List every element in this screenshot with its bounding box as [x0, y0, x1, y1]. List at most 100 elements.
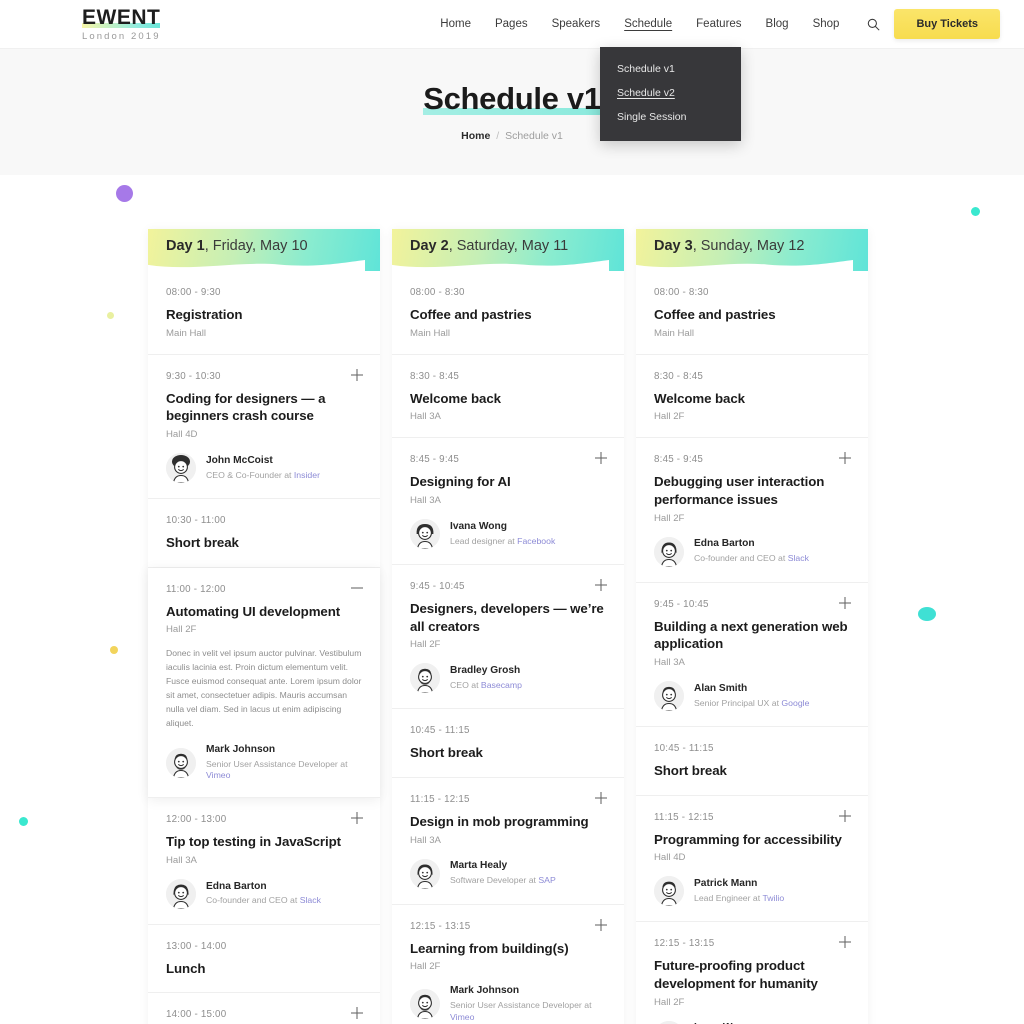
speaker-name: Alan Smith: [694, 682, 748, 694]
speaker-role: Lead Engineer at Twilio: [694, 893, 784, 905]
expand-plus-icon[interactable]: [350, 811, 364, 825]
speaker-org[interactable]: Twilio: [762, 893, 784, 903]
expand-plus-icon[interactable]: [838, 596, 852, 610]
speaker-org[interactable]: Basecamp: [481, 680, 522, 690]
speaker-org[interactable]: Slack: [300, 895, 321, 905]
dropdown-item-schedule-v1[interactable]: Schedule v1: [600, 57, 741, 81]
session-hall: Hall 3A: [410, 834, 441, 846]
session-title: Short break: [410, 745, 483, 761]
session-item[interactable]: 14:00 - 15:00Philosophy, ethics and desi…: [148, 993, 380, 1024]
session-item[interactable]: 9:45 - 10:45 Designers, developers — we’r…: [392, 565, 624, 710]
nav-item-shop[interactable]: Shop: [801, 18, 852, 30]
session-title: Learning from building(s): [410, 940, 569, 956]
session-item[interactable]: 8:30 - 8:45 Welcome back Hall 2F: [636, 355, 868, 439]
session-item[interactable]: 12:00 - 13:00 Tip top testing in JavaScri…: [148, 798, 380, 925]
buy-tickets-button[interactable]: Buy Tickets: [894, 9, 1000, 39]
speaker-name: John McCoist: [206, 454, 273, 466]
session-item[interactable]: 10:45 - 11:15 Short break: [636, 727, 868, 796]
session-time: 9:45 - 10:45: [654, 598, 709, 610]
session-item[interactable]: 10:45 - 11:15 Short break: [392, 709, 624, 779]
session-hall: Main Hall: [410, 327, 450, 339]
nav-item-blog[interactable]: Blog: [754, 18, 801, 30]
speaker-org[interactable]: Slack: [788, 553, 809, 563]
nav-item-home[interactable]: Home: [428, 18, 483, 30]
avatar: [166, 748, 196, 778]
session-item[interactable]: 8:30 - 8:45 Welcome back Hall 3A: [392, 355, 624, 439]
expand-plus-icon[interactable]: [594, 791, 608, 805]
brand-name: EWENT: [82, 5, 161, 29]
speaker-role-text: Software Developer at: [450, 875, 539, 886]
expand-plus-icon[interactable]: [838, 935, 852, 949]
speaker-org[interactable]: SAP: [538, 875, 555, 885]
expand-plus-icon[interactable]: [350, 368, 364, 382]
day-number: Day 3: [654, 238, 693, 254]
nav-item-pages[interactable]: Pages: [483, 18, 540, 30]
speaker-org[interactable]: Vimeo: [450, 1012, 474, 1022]
session-item[interactable]: 08:00 - 9:30 Registration Main Hall: [148, 271, 380, 355]
speaker-role: Software Developer at SAP: [450, 875, 556, 887]
session-item[interactable]: 08:00 - 8:30 Coffee and pastries Main Hall: [636, 271, 868, 355]
session-item[interactable]: 8:45 - 9:45 Designing for AI Hall 3A Ivana …: [392, 438, 624, 566]
speaker-role-text: Lead designer at: [450, 535, 518, 546]
session-title: Registration: [166, 307, 243, 322]
session-item[interactable]: 12:15 - 13:15 Learning from building(s) Ha…: [392, 905, 624, 1024]
day-number: Day 1: [166, 238, 205, 254]
speaker-org[interactable]: Insider: [294, 470, 320, 480]
speaker-org[interactable]: Google: [781, 698, 809, 708]
session-title: Coding for designers — a beginners crash…: [166, 390, 326, 424]
session-title: Welcome back: [654, 390, 745, 406]
dropdown-item-schedule-v2[interactable]: Schedule v2: [600, 81, 741, 105]
speaker-name: Marta Healy: [450, 860, 508, 872]
expand-plus-icon[interactable]: [594, 918, 608, 932]
speaker-org[interactable]: Vimeo: [206, 770, 230, 780]
session-speaker: John McCoist CEO & Co-Founder at Insider: [166, 453, 362, 484]
session-item[interactable]: 9:45 - 10:45 Building a next generation w…: [636, 583, 868, 728]
day-header-label: Day 3, Sunday, May 12: [654, 238, 804, 254]
speaker-org[interactable]: Facebook: [517, 536, 555, 546]
site-header: EWENT London 2019 Home Pages Speakers Sched…: [0, 0, 1024, 49]
avatar: [410, 989, 440, 1020]
day-column-1: Day 1, Friday, May 10 08:00 - 9:30 Registr…: [148, 229, 380, 1024]
expand-plus-icon[interactable]: [350, 1006, 364, 1020]
day-column-2: Day 2, Saturday, May 11 08:00 - 8:30 Coffe…: [392, 229, 624, 1024]
breadcrumb-home-link[interactable]: Home: [461, 130, 490, 142]
session-item[interactable]: 9:30 - 10:30 Coding for designers — a beg…: [148, 355, 380, 500]
avatar: [166, 878, 196, 909]
dropdown-item-single-session[interactable]: Single Session: [600, 105, 741, 129]
expand-plus-icon[interactable]: [838, 451, 852, 465]
search-icon[interactable]: [851, 18, 894, 31]
session-time: 08:00 - 8:30: [654, 287, 709, 298]
expand-plus-icon[interactable]: [838, 809, 852, 823]
session-speaker: Patrick Mann Lead Engineer at Twilio: [654, 876, 850, 907]
session-item[interactable]: 11:00 - 12:00 Automating UI development Ha…: [148, 567, 380, 799]
session-title: Designing for AI: [410, 474, 511, 490]
session-item[interactable]: 12:15 - 13:15 Future-proofing product dev…: [636, 922, 868, 1024]
session-item[interactable]: 8:45 - 9:45 Debugging user interaction pe…: [636, 438, 868, 583]
nav-item-speakers[interactable]: Speakers: [540, 18, 613, 30]
avatar: [654, 536, 684, 567]
nav-item-schedule[interactable]: Schedule: [612, 18, 684, 30]
session-hall: Main Hall: [654, 327, 694, 339]
speaker-role-text: Co-founder and CEO at: [206, 895, 300, 906]
expand-plus-icon[interactable]: [594, 578, 608, 592]
session-item[interactable]: 08:00 - 8:30 Coffee and pastries Main Hall: [392, 271, 624, 355]
session-item[interactable]: 11:15 - 12:15 Programming for accessibili…: [636, 796, 868, 923]
session-item[interactable]: 13:00 - 14:00 Lunch: [148, 925, 380, 994]
session-item[interactable]: 11:15 - 12:15 Design in mob programming Ha…: [392, 778, 624, 905]
day-header-3: Day 3, Sunday, May 12: [636, 229, 868, 271]
avatar: [654, 681, 684, 712]
session-item[interactable]: 10:30 - 11:00 Short break: [148, 499, 380, 568]
day-header-2: Day 2, Saturday, May 11: [392, 229, 624, 271]
session-time: 08:00 - 8:30: [410, 287, 465, 298]
expand-plus-icon[interactable]: [594, 451, 608, 465]
session-hall: Hall 2F: [654, 411, 685, 423]
session-time: 9:45 - 10:45: [410, 581, 465, 593]
schedule-dropdown-menu[interactable]: Schedule v1 Schedule v2 Single Session: [600, 47, 741, 141]
session-title: Lunch: [166, 960, 206, 976]
collapse-minus-icon[interactable]: [350, 581, 364, 595]
session-title: Future-proofing product development for …: [654, 958, 818, 992]
session-hall: Main Hall: [166, 327, 206, 339]
session-time: 13:00 - 14:00: [166, 940, 227, 952]
brand-logo[interactable]: EWENT London 2019: [82, 7, 242, 42]
nav-item-features[interactable]: Features: [684, 18, 753, 30]
